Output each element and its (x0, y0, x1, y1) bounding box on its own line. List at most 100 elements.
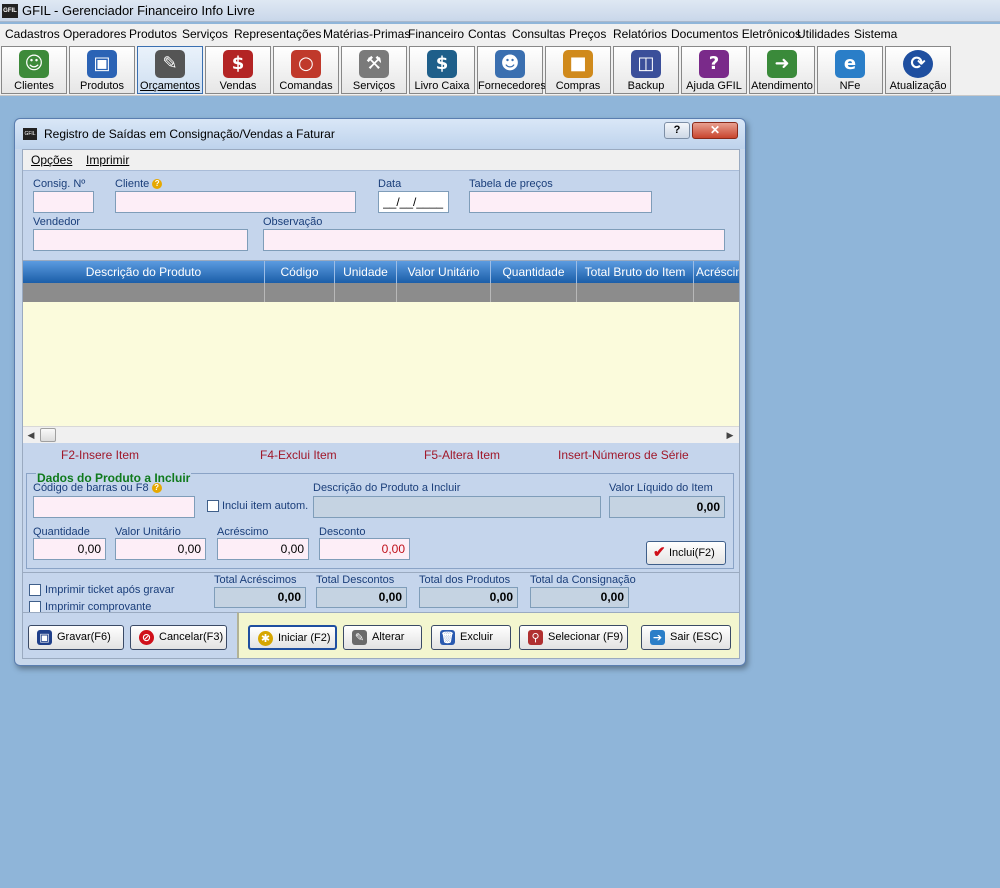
discount-field[interactable] (319, 538, 410, 560)
menu-representacoes[interactable]: Representações (234, 27, 321, 41)
dialog-help-button[interactable]: ? (664, 122, 690, 139)
menu-servicos[interactable]: Serviços (182, 27, 228, 41)
grid-cell[interactable] (23, 283, 265, 302)
print-ticket-label[interactable]: Imprimir ticket após gravar (45, 584, 175, 596)
grid-col-unidade[interactable]: Unidade (335, 261, 397, 283)
product-description-label: Descrição do Produto a Incluir (313, 482, 461, 494)
select-button[interactable]: ⚲ Selecionar (F9) (519, 625, 628, 650)
menu-financeiro[interactable]: Financeiro (408, 27, 464, 41)
shortcut-insere-item: F2-Insere Item (61, 448, 140, 462)
toolbar-compras-button[interactable]: ■ Compras (545, 46, 611, 94)
grid-col-quantidade[interactable]: Quantidade (491, 261, 577, 283)
menu-sistema[interactable]: Sistema (854, 27, 897, 41)
net-value-field (609, 496, 725, 518)
boxes-icon: ■ (563, 50, 593, 78)
grid-col-total-bruto[interactable]: Total Bruto do Item (577, 261, 694, 283)
grid-cell[interactable] (335, 283, 397, 302)
dialog-menu-imprimir[interactable]: Imprimir (86, 153, 129, 167)
toolbar-backup-button[interactable]: ◫ Backup (613, 46, 679, 94)
toolbar-nfe-button[interactable]: e NFe (817, 46, 883, 94)
product-include-group: Dados do Produto a Incluir Código de bar… (26, 471, 734, 569)
table-row[interactable] (23, 283, 739, 302)
menu-relatorios[interactable]: Relatórios (613, 27, 667, 41)
toolbar-label: Atendimento (751, 80, 813, 92)
grid-cell[interactable] (397, 283, 491, 302)
scroll-left-arrow-icon[interactable]: ◀ (24, 428, 38, 442)
info-icon: ? (152, 179, 163, 190)
observacao-field[interactable] (263, 229, 725, 251)
toolbar-atualizacao-button[interactable]: ⟳ Atualização (885, 46, 951, 94)
toolbar-vendas-button[interactable]: $ Vendas (205, 46, 271, 94)
toolbar-orcamentos-button[interactable]: ✎ Orçamentos (137, 46, 203, 94)
barcode-field[interactable] (33, 496, 195, 518)
scroll-right-arrow-icon[interactable]: ▶ (723, 428, 737, 442)
grid-cell[interactable] (577, 283, 694, 302)
toolbar-label: Compras (555, 80, 601, 92)
toolbar-servicos-button[interactable]: ⚒ Serviços (341, 46, 407, 94)
product-include-panel: Dados do Produto a Incluir Código de bar… (23, 467, 739, 572)
grid-col-descricao[interactable]: Descrição do Produto (23, 261, 265, 283)
delete-button[interactable]: 🗑 Excluir (431, 625, 511, 650)
toolbar-fornecedores-button[interactable]: ☻ Fornecedores (477, 46, 546, 94)
menu-documentos-eletronicos[interactable]: Documentos Eletrônicos (671, 27, 801, 41)
include-item-button[interactable]: ✔ Inclui(F2) (646, 541, 726, 565)
items-grid[interactable]: Descrição do Produto Código Unidade Valo… (23, 260, 739, 443)
vendedor-label: Vendedor (33, 216, 81, 228)
save-button[interactable]: ▣ Gravar(F6) (28, 625, 124, 650)
observacao-label: Observação (263, 216, 323, 228)
exit-button[interactable]: ➔ Sair (ESC) (641, 625, 731, 650)
toolbar-comandas-button[interactable]: ○ Comandas (273, 46, 339, 94)
auto-include-checkbox[interactable] (207, 500, 219, 512)
edit-icon: ✎ (352, 630, 367, 645)
grid-cell[interactable] (694, 283, 739, 302)
data-field[interactable] (378, 191, 449, 213)
dialog-menu-opcoes[interactable]: Opções (31, 153, 72, 167)
grid-col-valor-unitario[interactable]: Valor Unitário (397, 261, 491, 283)
cliente-field[interactable] (115, 191, 356, 213)
dialog-title-bar[interactable]: GFIL Registro de Saídas em Consignação/V… (15, 119, 745, 149)
menu-cadastros[interactable]: Cadastros (5, 27, 60, 41)
cancel-button-label: Cancelar(F3) (159, 631, 224, 643)
main-toolbar: ☺ Clientes ▣ Produtos ✎ Orçamentos $ Ven… (0, 44, 1000, 96)
grid-cell[interactable] (265, 283, 335, 302)
surcharge-field[interactable] (217, 538, 309, 560)
trash-icon: 🗑 (440, 630, 455, 645)
toolbar-livro-caixa-button[interactable]: $ Livro Caixa (409, 46, 475, 94)
menu-utilidades[interactable]: Utilidades (797, 27, 850, 41)
grid-horizontal-scrollbar[interactable]: ◀ ▶ (23, 426, 739, 443)
menu-operadores[interactable]: Operadores (63, 27, 126, 41)
unit-value-field[interactable] (115, 538, 206, 560)
plate-icon: ○ (291, 50, 321, 78)
edit-button[interactable]: ✎ Alterar (343, 625, 422, 650)
consig-number-label: Consig. Nº (33, 178, 86, 190)
menu-contas[interactable]: Contas (468, 27, 506, 41)
menu-consultas[interactable]: Consultas (512, 27, 565, 41)
consig-number-field[interactable] (33, 191, 94, 213)
shortcut-hints: F2-Insere Item F4-Exclui Item F5-Altera … (23, 443, 739, 467)
dialog-close-button[interactable]: ✕ (692, 122, 738, 139)
toolbar-ajuda-button[interactable]: ? Ajuda GFIL (681, 46, 747, 94)
auto-include-label[interactable]: Inclui item autom. (222, 500, 308, 512)
print-ticket-checkbox[interactable] (29, 584, 41, 596)
grid-cell[interactable] (491, 283, 577, 302)
vendedor-field[interactable] (33, 229, 248, 251)
toolbar-clientes-button[interactable]: ☺ Clientes (1, 46, 67, 94)
start-button[interactable]: ✱ Iniciar (F2) (248, 625, 337, 650)
scroll-thumb[interactable] (40, 428, 56, 442)
menu-materias-primas[interactable]: Matérias-Primas (323, 27, 410, 41)
users-icon: ☺ (19, 50, 49, 78)
menu-precos[interactable]: Preços (569, 27, 606, 41)
shortcut-exclui-item: F4-Exclui Item (260, 448, 337, 462)
grid-col-acrescimo[interactable]: Acréscim (694, 261, 739, 283)
grid-col-codigo[interactable]: Código (265, 261, 335, 283)
info-icon: ? (151, 483, 162, 494)
dialog-menu-bar: Opções Imprimir (23, 150, 739, 170)
tabela-precos-field[interactable] (469, 191, 652, 213)
menu-produtos[interactable]: Produtos (129, 27, 177, 41)
app-logo-icon: GFIL (2, 4, 18, 18)
quantity-field[interactable] (33, 538, 106, 560)
supplier-icon: ☻ (495, 50, 525, 78)
toolbar-atendimento-button[interactable]: ➜ Atendimento (749, 46, 815, 94)
toolbar-produtos-button[interactable]: ▣ Produtos (69, 46, 135, 94)
cancel-button[interactable]: ⊘ Cancelar(F3) (130, 625, 227, 650)
